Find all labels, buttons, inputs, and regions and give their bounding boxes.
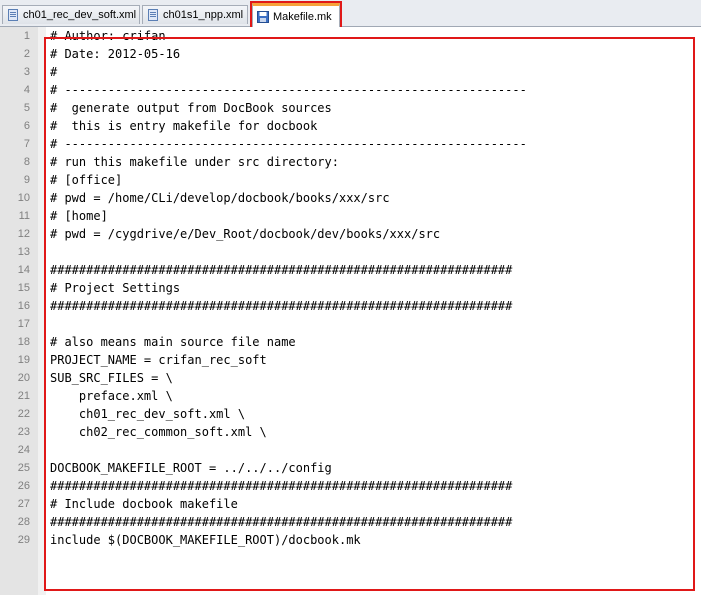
line-number: 17 (17, 318, 30, 330)
tab-makefile-mk[interactable]: Makefile.mk (252, 3, 340, 27)
line-number: 18 (17, 336, 30, 348)
code-text[interactable]: preface.xml \ (50, 387, 173, 405)
line-number: 21 (17, 390, 30, 402)
code-text[interactable]: # Include docbook makefile (50, 495, 238, 513)
code-line[interactable]: 6 # this is entry makefile for docbook (0, 117, 701, 135)
code-line[interactable]: 18 # also means main source file name (0, 333, 701, 351)
code-text[interactable]: # Project Settings (50, 279, 180, 297)
line-number: 9 (23, 174, 30, 186)
tab-label: Makefile.mk (273, 10, 332, 23)
tab-ch01s1-npp[interactable]: ch01s1_npp.xml (142, 5, 248, 24)
code-line[interactable]: 25 DOCBOOK_MAKEFILE_ROOT = ../../../confi… (0, 459, 701, 477)
code-text[interactable]: ########################################… (50, 477, 512, 495)
code-text[interactable]: ch02_rec_common_soft.xml \ (50, 423, 267, 441)
code-text[interactable]: DOCBOOK_MAKEFILE_ROOT = ../../../config (50, 459, 332, 477)
line-number: 19 (17, 354, 30, 366)
code-line[interactable]: 3 # (0, 63, 701, 81)
line-number: 25 (17, 462, 30, 474)
line-number: 10 (17, 192, 30, 204)
line-number: 16 (17, 300, 30, 312)
code-line[interactable]: 15 # Project Settings (0, 279, 701, 297)
code-text[interactable]: # pwd = /home/CLi/develop/docbook/books/… (50, 189, 390, 207)
code-text[interactable]: # --------------------------------------… (50, 135, 527, 153)
code-line[interactable]: 26 ######################################… (0, 477, 701, 495)
line-number: 13 (17, 246, 30, 258)
line-number: 12 (17, 228, 30, 240)
tab-ch01-rec-dev-soft[interactable]: ch01_rec_dev_soft.xml (2, 5, 140, 24)
code-text[interactable]: ch01_rec_dev_soft.xml \ (50, 405, 245, 423)
code-line[interactable]: 2 # Date: 2012-05-16 (0, 45, 701, 63)
code-text[interactable]: ########################################… (50, 513, 512, 531)
code-line[interactable]: 19 PROJECT_NAME = crifan_rec_soft (0, 351, 701, 369)
line-number: 3 (23, 66, 30, 78)
code-line[interactable]: 11 # [home] (0, 207, 701, 225)
file-saved-icon (257, 10, 269, 23)
line-number: 11 (18, 210, 30, 222)
code-text[interactable]: # also means main source file name (50, 333, 296, 351)
line-number: 6 (23, 120, 30, 132)
code-line[interactable]: 22 ch01_rec_dev_soft.xml \ (0, 405, 701, 423)
code-text[interactable]: include $(DOCBOOK_MAKEFILE_ROOT)/docbook… (50, 531, 361, 549)
code-editor[interactable]: 1 # Author: crifan 2 # Date: 2012-05-16 3 #4 #… (0, 27, 701, 595)
code-line[interactable]: 13 (0, 243, 701, 261)
code-text[interactable]: # this is entry makefile for docbook (50, 117, 317, 135)
code-line[interactable]: 8 # run this makefile under src directory… (0, 153, 701, 171)
code-line[interactable]: 4 # -------------------------------------… (0, 81, 701, 99)
line-number: 14 (17, 264, 30, 276)
line-number: 26 (17, 480, 30, 492)
line-number: 22 (17, 408, 30, 420)
line-number: 15 (17, 282, 30, 294)
tab-label: ch01_rec_dev_soft.xml (23, 9, 137, 21)
code-line[interactable]: 7 # -------------------------------------… (0, 135, 701, 153)
line-number: 20 (17, 372, 30, 384)
line-number: 4 (23, 84, 30, 96)
code-line[interactable]: 10 # pwd = /home/CLi/develop/docbook/book… (0, 189, 701, 207)
code-line[interactable]: 23 ch02_rec_common_soft.xml \ (0, 423, 701, 441)
line-number: 28 (17, 516, 30, 528)
line-number: 29 (17, 534, 30, 546)
tab-label: ch01s1_npp.xml (163, 9, 244, 21)
code-line[interactable]: 29 include $(DOCBOOK_MAKEFILE_ROOT)/docbo… (0, 531, 701, 549)
code-line[interactable]: 1 # Author: crifan (0, 27, 701, 45)
code-text[interactable]: # [office] (50, 171, 122, 189)
code-text[interactable]: # generate output from DocBook sources (50, 99, 332, 117)
line-number: 5 (23, 102, 30, 114)
code-text[interactable]: # --------------------------------------… (50, 81, 527, 99)
line-number: 7 (23, 138, 30, 150)
code-text[interactable]: # Date: 2012-05-16 (50, 45, 180, 63)
code-text[interactable]: PROJECT_NAME = crifan_rec_soft (50, 351, 267, 369)
code-text[interactable]: ########################################… (50, 261, 512, 279)
code-line[interactable]: 14 ######################################… (0, 261, 701, 279)
code-line[interactable]: 5 # generate output from DocBook sources (0, 99, 701, 117)
code-line[interactable]: 24 (0, 441, 701, 459)
code-line[interactable]: 21 preface.xml \ (0, 387, 701, 405)
code-line[interactable]: 27 # Include docbook makefile (0, 495, 701, 513)
code-line[interactable]: 12 # pwd = /cygdrive/e/Dev_Root/docbook/d… (0, 225, 701, 243)
code-text[interactable]: # run this makefile under src directory: (50, 153, 339, 171)
code-text[interactable]: SUB_SRC_FILES = \ (50, 369, 173, 387)
code-line[interactable]: 9 # [office] (0, 171, 701, 189)
code-line[interactable]: 17 (0, 315, 701, 333)
code-text[interactable]: ########################################… (50, 297, 512, 315)
line-number: 27 (17, 498, 30, 510)
code-text[interactable]: # Author: crifan (50, 27, 166, 45)
line-number: 2 (23, 48, 30, 60)
code-line[interactable]: 20 SUB_SRC_FILES = \ (0, 369, 701, 387)
code-text[interactable]: # pwd = /cygdrive/e/Dev_Root/docbook/dev… (50, 225, 440, 243)
line-number: 23 (17, 426, 30, 438)
file-xml-icon (7, 9, 19, 21)
code-line[interactable]: 16 ######################################… (0, 297, 701, 315)
code-text[interactable]: # (50, 63, 57, 81)
line-number: 24 (17, 444, 30, 456)
code-line[interactable]: 28 ######################################… (0, 513, 701, 531)
line-number: 8 (23, 156, 30, 168)
tab-bar: ch01_rec_dev_soft.xml ch01s1_npp.xml Mak… (0, 0, 701, 27)
file-xml-icon (147, 9, 159, 21)
line-number: 1 (23, 30, 30, 42)
code-text[interactable]: # [home] (50, 207, 108, 225)
